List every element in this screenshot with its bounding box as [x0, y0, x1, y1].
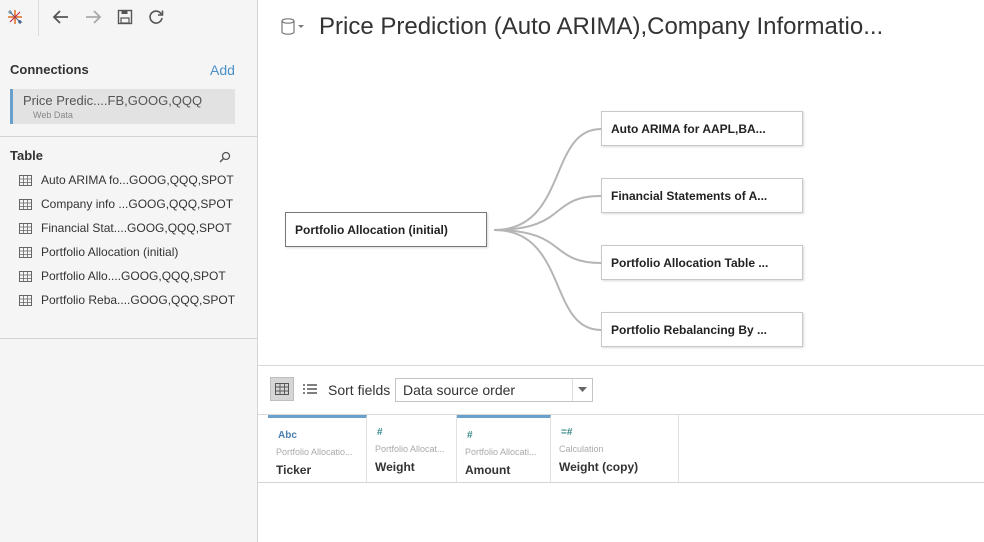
related-table-node[interactable]: Portfolio Rebalancing By ... — [601, 312, 803, 347]
field-column-header[interactable]: Abc Portfolio Allocatio... Ticker — [268, 415, 367, 482]
section-divider — [0, 136, 258, 137]
grid-header-divider — [258, 482, 984, 483]
table-icon — [19, 198, 32, 210]
field-column-header[interactable]: # Portfolio Allocati... Amount — [457, 415, 551, 482]
table-icon — [19, 222, 32, 234]
table-list-item[interactable]: Auto ARIMA fo...GOOG,QQQ,SPOT — [19, 170, 251, 190]
toolbar — [0, 0, 258, 36]
field-name: Ticker — [276, 463, 312, 477]
grid-toolbar: Sort fields Data source order — [258, 365, 984, 415]
add-connection-link[interactable]: Add — [210, 62, 235, 78]
field-source: Portfolio Allocatio... — [276, 447, 353, 457]
relationship-line[interactable] — [493, 229, 602, 264]
table-list-item[interactable]: Financial Stat....GOOG,QQQ,SPOT — [19, 218, 251, 238]
connections-heading: Connections — [10, 62, 89, 77]
field-source: Portfolio Allocati... — [465, 447, 537, 457]
root-table-node[interactable]: Portfolio Allocation (initial) — [285, 212, 487, 247]
table-list-item[interactable]: Company info ...GOOG,QQQ,SPOT — [19, 194, 251, 214]
refresh-icon[interactable] — [145, 6, 167, 28]
table-list-item-label: Auto ARIMA fo...GOOG,QQQ,SPOT — [41, 173, 234, 187]
table-list-item[interactable]: Portfolio Allo....GOOG,QQQ,SPOT — [19, 266, 251, 286]
field-source: Portfolio Allocat... — [375, 444, 445, 454]
field-name: Weight (copy) — [559, 460, 639, 474]
relationship-line[interactable] — [493, 128, 602, 231]
relationship-line[interactable] — [493, 195, 602, 231]
app-window: Connections Add Price Predic....FB,GOOG,… — [0, 0, 984, 542]
table-list-item-label: Financial Stat....GOOG,QQQ,SPOT — [41, 221, 232, 235]
field-name: Amount — [465, 463, 511, 477]
left-panel: Connections Add Price Predic....FB,GOOG,… — [0, 0, 258, 542]
forward-arrow-icon[interactable] — [82, 6, 104, 28]
related-table-node[interactable]: Portfolio Allocation Table ... — [601, 245, 803, 280]
relationship-line[interactable] — [493, 229, 602, 331]
save-icon[interactable] — [114, 6, 136, 28]
field-source: Calculation — [559, 444, 604, 454]
number-type-icon[interactable]: # — [467, 430, 473, 441]
calculated-number-type-icon[interactable]: =# — [561, 427, 572, 438]
connection-type: Web Data — [33, 110, 73, 120]
sort-fields-dropdown[interactable]: Data source order — [395, 378, 593, 402]
number-type-icon[interactable]: # — [377, 427, 383, 438]
grid-view-icon — [275, 383, 289, 395]
table-list-item-label: Portfolio Allocation (initial) — [41, 245, 179, 259]
grid-view-button[interactable] — [270, 377, 294, 401]
sort-fields-value: Data source order — [403, 382, 516, 398]
table-list-item-label: Company info ...GOOG,QQQ,SPOT — [41, 197, 234, 211]
search-icon[interactable] — [219, 150, 231, 168]
field-column-header[interactable]: =# Calculation Weight (copy) — [551, 415, 679, 482]
table-icon — [19, 246, 32, 258]
back-arrow-icon[interactable] — [50, 6, 72, 28]
chevron-down-icon — [572, 379, 592, 401]
table-icon — [19, 294, 32, 306]
table-icon — [19, 174, 32, 186]
table-icon — [19, 270, 32, 282]
sidebar-bottom-divider — [0, 338, 258, 339]
connection-item[interactable]: Price Predic....FB,GOOG,QQQ Web Data — [10, 89, 235, 124]
table-list-item-label: Portfolio Reba....GOOG,QQQ,SPOT — [41, 293, 236, 307]
table-heading: Table — [10, 148, 43, 163]
table-list-item-label: Portfolio Allo....GOOG,QQQ,SPOT — [41, 269, 226, 283]
related-table-node[interactable]: Auto ARIMA for AAPL,BA... — [601, 111, 803, 146]
tableau-logo-icon[interactable] — [4, 6, 26, 28]
string-type-icon[interactable]: Abc — [278, 430, 297, 441]
list-view-icon — [303, 384, 317, 394]
field-name: Weight — [375, 460, 415, 474]
related-table-node[interactable]: Financial Statements of A... — [601, 178, 803, 213]
toolbar-separator — [38, 0, 39, 36]
list-view-button[interactable] — [298, 377, 322, 401]
main-area: Price Prediction (Auto ARIMA),Company In… — [258, 0, 984, 542]
connection-name: Price Predic....FB,GOOG,QQQ — [23, 93, 203, 108]
table-list-item[interactable]: Portfolio Reba....GOOG,QQQ,SPOT — [19, 290, 251, 310]
sort-fields-label: Sort fields — [328, 382, 391, 398]
table-list-item[interactable]: Portfolio Allocation (initial) — [19, 242, 251, 262]
field-column-header[interactable]: # Portfolio Allocat... Weight — [367, 415, 457, 482]
